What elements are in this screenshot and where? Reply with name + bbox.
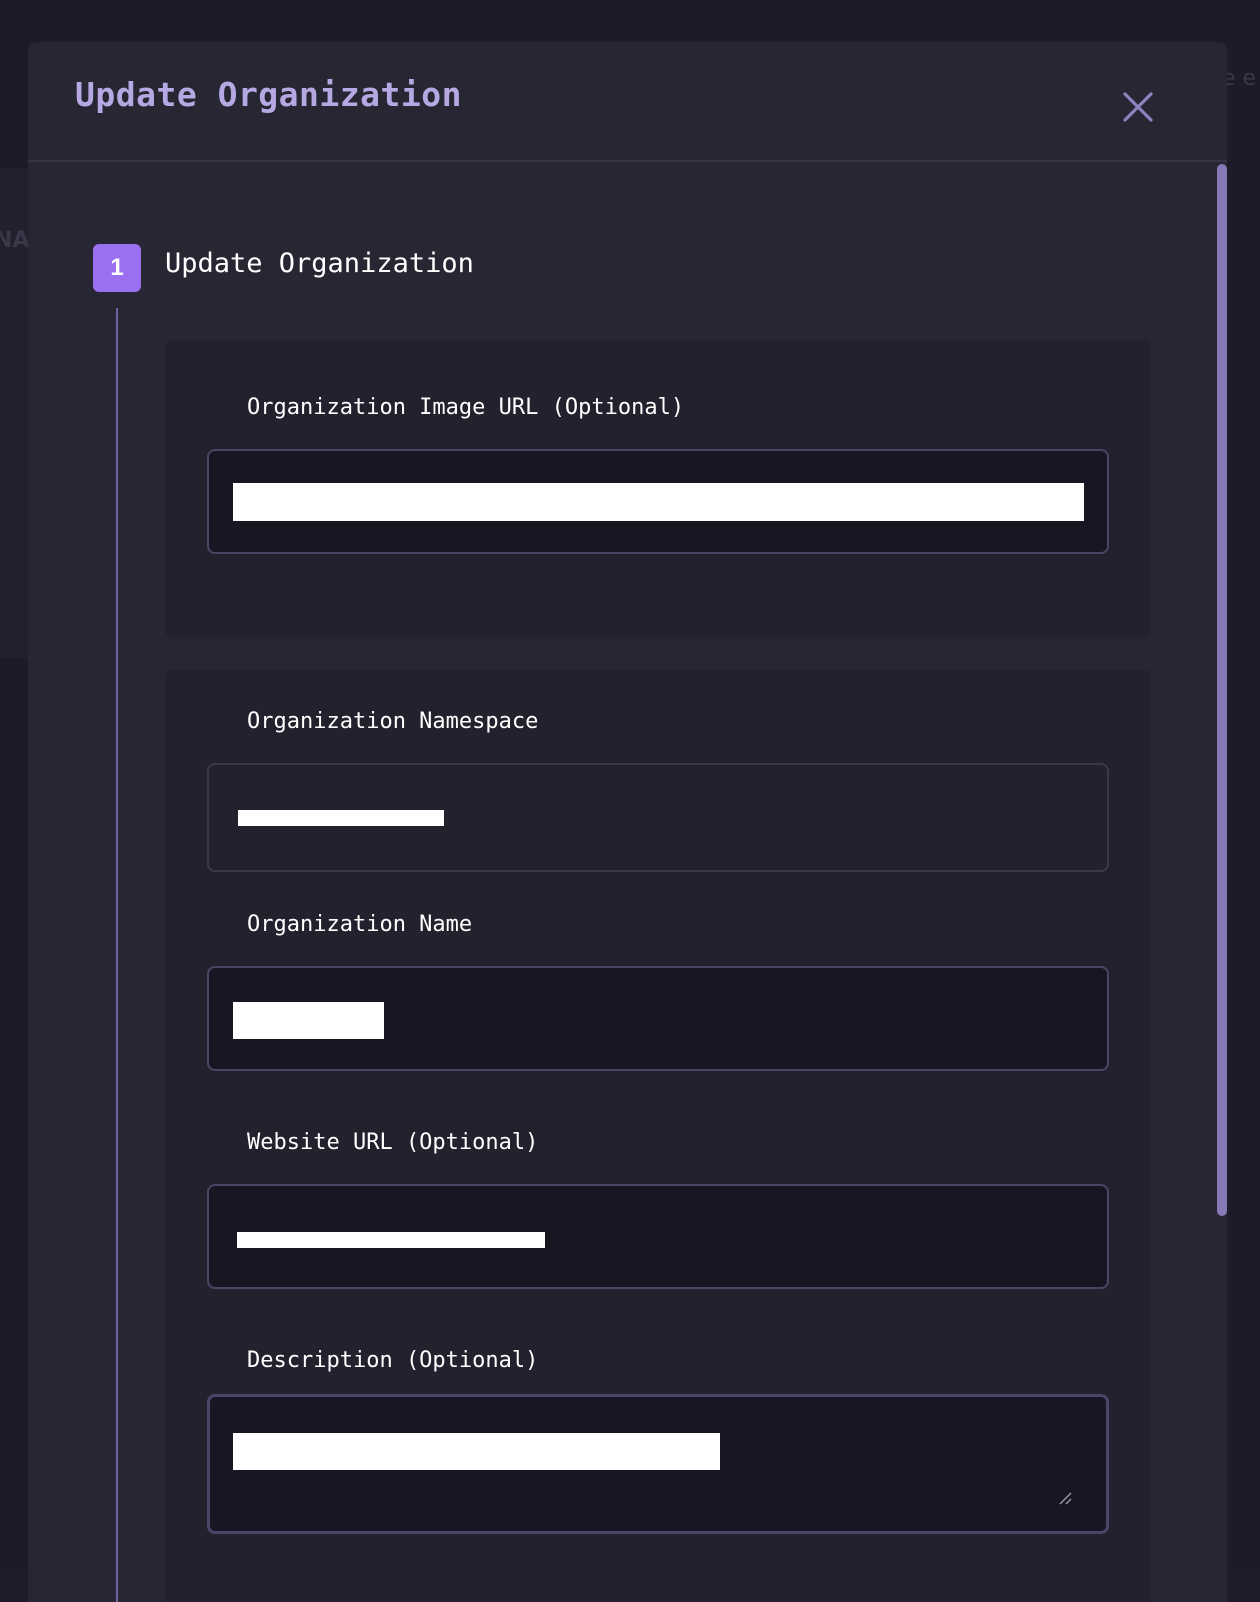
image-url-label: Organization Image URL (Optional): [247, 395, 685, 420]
website-url-label: Website URL (Optional): [247, 1130, 539, 1155]
resize-handle-icon[interactable]: [1058, 1491, 1072, 1505]
organization-details-card: Organization Namespace Organization Name…: [165, 670, 1151, 1602]
close-button[interactable]: [1119, 88, 1157, 126]
step-number-badge: 1: [93, 244, 141, 292]
redacted-organization-name: [233, 1002, 384, 1039]
background-text-right: e e: [1222, 66, 1257, 91]
organization-name-label: Organization Name: [247, 912, 473, 937]
redacted-image-url: [233, 483, 1084, 521]
step-title: Update Organization: [165, 248, 474, 279]
redacted-website-url: [237, 1232, 545, 1248]
namespace-input[interactable]: [207, 763, 1109, 872]
organization-name-input[interactable]: [207, 966, 1109, 1071]
redacted-description: [233, 1433, 720, 1470]
close-icon: [1123, 92, 1153, 122]
step-connector-line: [116, 308, 118, 1602]
update-organization-modal: Update Organization 1 Update Organizatio…: [28, 42, 1227, 1602]
modal-header: Update Organization: [28, 42, 1227, 162]
modal-title: Update Organization: [75, 75, 462, 114]
image-url-card: Organization Image URL (Optional): [165, 340, 1151, 637]
website-url-input[interactable]: [207, 1184, 1109, 1289]
redacted-namespace: [238, 810, 444, 826]
modal-body: 1 Update Organization Organization Image…: [28, 164, 1227, 1602]
image-url-input[interactable]: [207, 449, 1109, 554]
description-textarea[interactable]: [207, 1394, 1109, 1534]
modal-scrollbar-thumb[interactable]: [1217, 164, 1227, 1216]
namespace-label: Organization Namespace: [247, 709, 539, 734]
description-label: Description (Optional): [247, 1348, 539, 1373]
background-text-left: NA: [0, 228, 30, 253]
